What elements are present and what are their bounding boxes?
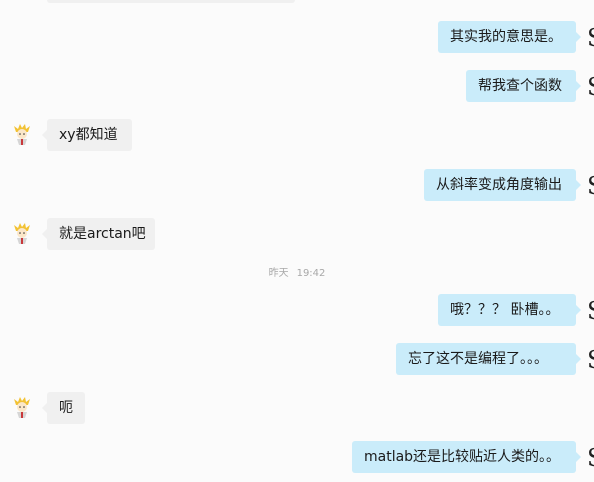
chat-history[interactable]: 其实我的意思是。 S 帮我查个函数 S xy都知道 从斜率变成角度输出 S [0, 0, 594, 482]
self-avatar[interactable]: S [587, 25, 594, 51]
message-row: 哦？？？ 卧槽。。 S [0, 294, 594, 328]
outgoing-message-bubble[interactable]: 从斜率变成角度输出 [424, 169, 581, 201]
outgoing-message-bubble[interactable]: 忘了这不是编程了。。。 [396, 343, 581, 375]
message-timestamp: 昨天 19:42 [0, 264, 594, 279]
outgoing-message-bubble[interactable]: 帮我查个函数 [466, 70, 581, 102]
message-row: xy都知道 [0, 119, 594, 153]
outgoing-message-bubble[interactable]: 其实我的意思是。 [438, 21, 581, 53]
self-avatar[interactable]: S [587, 173, 594, 199]
outgoing-message-bubble[interactable]: 哦？？？ 卧槽。。 [438, 294, 581, 326]
message-row: 从斜率变成角度输出 S [0, 169, 594, 203]
timestamp-day: 昨天 [268, 268, 289, 279]
message-row: 帮我查个函数 S [0, 70, 594, 104]
message-row: 其实我的意思是。 S [0, 21, 594, 55]
self-avatar[interactable]: S [587, 445, 594, 471]
self-avatar[interactable]: S [587, 298, 594, 324]
incoming-message-bubble[interactable]: 呃 [42, 392, 85, 424]
self-avatar[interactable]: S [587, 74, 594, 100]
peer-avatar-icon[interactable] [12, 222, 32, 244]
incoming-message-bubble[interactable]: xy都知道 [42, 119, 132, 151]
peer-avatar-icon[interactable] [12, 123, 32, 145]
message-row: 忘了这不是编程了。。。 S [0, 343, 594, 377]
message-row: 就是arctan吧 [0, 218, 594, 252]
self-avatar[interactable]: S [587, 347, 594, 373]
message-row: matlab还是比较贴近人类的。。 S [0, 441, 594, 475]
message-row: 呃 [0, 392, 594, 426]
partial-message-bubble [47, 0, 295, 3]
outgoing-message-bubble[interactable]: matlab还是比较贴近人类的。。 [352, 441, 581, 473]
incoming-message-bubble[interactable]: 就是arctan吧 [42, 218, 155, 250]
timestamp-time: 19:42 [296, 268, 326, 279]
peer-avatar-icon[interactable] [12, 396, 32, 418]
